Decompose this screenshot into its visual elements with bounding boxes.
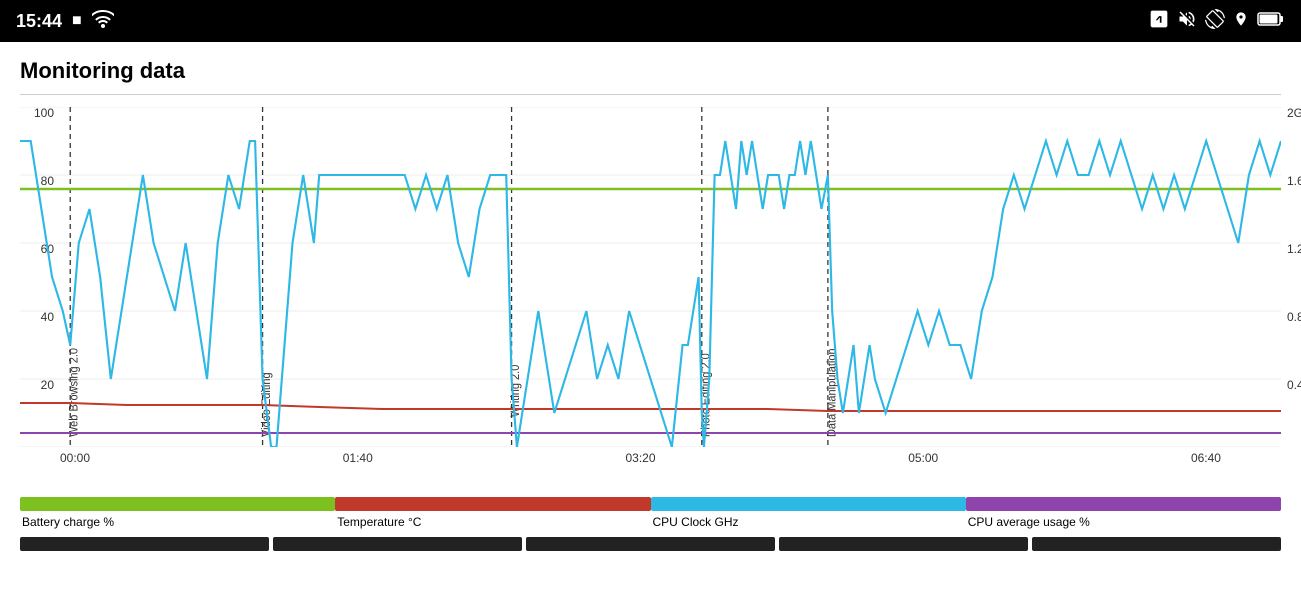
legend-battery: Battery charge % [20, 497, 335, 529]
legend-cpu-clock-label: CPU Clock GHz [651, 515, 966, 529]
x-label-3: 05:00 [908, 451, 938, 465]
page-title: Monitoring data [20, 58, 1281, 95]
legend-battery-label: Battery charge % [20, 515, 335, 529]
mute-icon [1177, 9, 1197, 34]
y-axis-right: 2GHz 1.6GHz 1.2GHz 0.8GHz 0.4GHz [1283, 107, 1301, 447]
x-label-2: 03:20 [625, 451, 655, 465]
legend-cpu-clock-bar [651, 497, 966, 511]
x-label-1: 01:40 [343, 451, 373, 465]
y-label-0-4ghz: 0.4GHz [1287, 379, 1301, 391]
status-bar: 15:44 ■ [0, 0, 1301, 42]
x-label-0: 00:00 [60, 451, 90, 465]
status-left: 15:44 ■ [16, 10, 114, 33]
chart-container: 100 80 60 40 20 [20, 107, 1281, 487]
bottom-item-3 [526, 537, 775, 551]
svg-text:Web Browsing 2.0: Web Browsing 2.0 [68, 348, 80, 437]
chart-svg: Web Browsing 2.0 Video Editing Writing 2… [20, 107, 1281, 447]
legend-cpu-usage-bar [966, 497, 1281, 511]
location-icon [1233, 9, 1249, 34]
stop-icon: ■ [72, 12, 82, 30]
main-page: Monitoring data 100 80 60 40 20 [0, 42, 1301, 600]
legend-battery-bar [20, 497, 335, 511]
bottom-item-4 [779, 537, 1028, 551]
legend-cpu-clock: CPU Clock GHz [651, 497, 966, 529]
y-label-1-6ghz: 1.6GHz [1287, 175, 1301, 187]
x-label-4: 06:40 [1191, 451, 1221, 465]
bottom-item-1 [20, 537, 269, 551]
chart-legend: Battery charge % Temperature °C CPU Cloc… [20, 497, 1281, 529]
y-label-1-2ghz: 1.2GHz [1287, 243, 1301, 255]
legend-cpu-usage: CPU average usage % [966, 497, 1281, 529]
y-label-2ghz: 2GHz [1287, 107, 1301, 119]
nfc-icon [1149, 9, 1169, 34]
rotate-icon [1205, 9, 1225, 34]
battery-icon [1257, 11, 1285, 32]
legend-temperature: Temperature °C [335, 497, 650, 529]
bottom-item-2 [273, 537, 522, 551]
y-label-0-8ghz: 0.8GHz [1287, 311, 1301, 323]
status-right [1149, 9, 1285, 34]
wifi-icon [92, 10, 114, 33]
legend-temperature-bar [335, 497, 650, 511]
legend-temperature-label: Temperature °C [335, 515, 650, 529]
bottom-item-5 [1032, 537, 1281, 551]
legend-cpu-usage-label: CPU average usage % [966, 515, 1281, 529]
status-time: 15:44 [16, 11, 62, 32]
x-axis: 00:00 01:40 03:20 05:00 06:40 [60, 447, 1221, 465]
bottom-row [20, 537, 1281, 551]
